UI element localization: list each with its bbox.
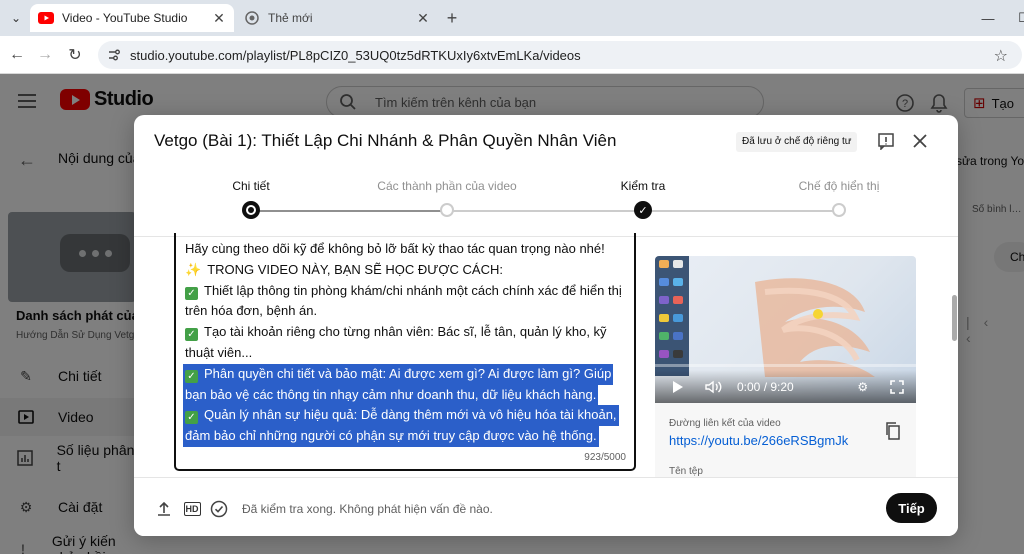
description-line: Hãy cùng theo dõi kỹ để không bỏ lỡ bất …: [185, 239, 630, 260]
reload-icon[interactable]: ↻: [64, 44, 86, 66]
url-text: studio.youtube.com/playlist/PL8pCIZ0_53U…: [130, 48, 581, 63]
description-line-text: Tạo tài khoản riêng cho từng nhân viên: …: [204, 324, 607, 340]
video-link[interactable]: https://youtu.be/266eRSBgmJk: [669, 433, 848, 448]
video-time: 0:00 / 9:20: [737, 379, 794, 394]
play-icon[interactable]: [667, 376, 689, 398]
tab-new-tab[interactable]: Thẻ mới ✕: [236, 4, 438, 32]
video-controls: 0:00 / 9:20 ⚙: [655, 370, 916, 403]
tab-title: Video - YouTube Studio: [62, 11, 188, 25]
site-info-icon[interactable]: [106, 47, 122, 63]
video-details-dialog: Vetgo (Bài 1): Thiết Lập Chi Nhánh & Phâ…: [134, 115, 958, 536]
description-line-text: thuật viên...: [185, 344, 253, 360]
description-line-text: bạn bảo vệ các thông tin nhạy cảm như do…: [185, 386, 597, 402]
new-tab-plus-icon[interactable]: +: [442, 8, 462, 28]
step-connector: [447, 210, 643, 212]
green-check-icon: ✓: [185, 286, 198, 300]
upload-icon[interactable]: [154, 499, 174, 519]
youtube-favicon-icon: [38, 10, 54, 26]
tab-youtube-studio[interactable]: Video - YouTube Studio ✕: [30, 4, 234, 32]
dialog-footer: HD Đã kiểm tra xong. Không phát hiện vấn…: [134, 477, 958, 536]
description-line-text: Phân quyền chi tiết và bảo mật: Ai được …: [204, 365, 612, 381]
description-line-text: Quản lý nhân sự hiệu quả: Dễ dàng thêm m…: [204, 407, 617, 423]
fullscreen-icon[interactable]: [886, 376, 908, 398]
step-checks[interactable]: Kiểm tra: [621, 179, 666, 193]
video-link-label: Đường liên kết của video: [669, 418, 781, 429]
description-line: đảm bảo chỉ những người có phận sự mới t…: [183, 426, 630, 447]
description-line: bạn bảo vệ các thông tin nhạy cảm như do…: [183, 384, 630, 406]
wallpaper-sun: [813, 309, 823, 319]
next-button[interactable]: Tiếp: [886, 493, 937, 523]
dialog-title: Vetgo (Bài 1): Thiết Lập Chi Nhánh & Phâ…: [154, 131, 617, 150]
step-video-elements[interactable]: Các thành phần của video: [377, 179, 516, 193]
desktop-icons-column: [655, 256, 689, 376]
check-status-text: Đã kiểm tra xong. Không phát hiện vấn đề…: [242, 502, 493, 516]
description-line-text: đảm bảo chỉ những người có phận sự mới t…: [185, 428, 597, 444]
green-check-icon: ✓: [185, 411, 198, 425]
forward-arrow-icon[interactable]: →: [34, 44, 56, 66]
sparkles-icon: ✨: [185, 261, 202, 277]
maximize-window-icon[interactable]: ☐: [1014, 8, 1024, 28]
step-pending-dot-icon[interactable]: [440, 203, 454, 217]
description-line-text: trên hóa đơn, bệnh án.: [185, 303, 318, 319]
file-name-label: Tên tệp: [669, 466, 703, 477]
step-visibility[interactable]: Chế độ hiển thị: [799, 179, 880, 193]
description-line: ✓ Quản lý nhân sự hiệu quả: Dễ dàng thêm …: [183, 405, 630, 427]
video-preview-card: 0:00 / 9:20 ⚙ Đường liên kết của video h…: [655, 256, 916, 486]
description-line: ✓ Tạo tài khoản riêng cho từng nhân viên:…: [185, 322, 630, 343]
video-player[interactable]: 0:00 / 9:20 ⚙: [655, 256, 916, 403]
description-line-text: Thiết lập thông tin phòng khám/chi nhánh…: [204, 282, 622, 298]
description-text: Hãy cùng theo dõi kỹ để không bỏ lỡ bất …: [183, 239, 630, 447]
close-tab-icon[interactable]: ✕: [414, 9, 432, 27]
close-tab-icon[interactable]: ✕: [210, 9, 228, 27]
step-details[interactable]: Chi tiết: [232, 179, 269, 193]
description-line: trên hóa đơn, bệnh án.: [185, 301, 630, 322]
step-done-check-icon[interactable]: ✓: [634, 201, 652, 219]
chrome-favicon-icon: [244, 10, 260, 26]
dialog-scrollbar[interactable]: [952, 295, 957, 341]
report-issue-icon[interactable]: [874, 129, 898, 153]
step-current-dot-icon[interactable]: [242, 201, 260, 219]
volume-icon[interactable]: [703, 376, 725, 398]
check-circle-icon[interactable]: [209, 499, 229, 519]
tab-search-chevron-icon[interactable]: ⌄: [4, 6, 28, 30]
back-arrow-icon[interactable]: ←: [6, 44, 28, 66]
step-connector: [251, 210, 447, 212]
address-bar[interactable]: studio.youtube.com/playlist/PL8pCIZ0_53U…: [98, 41, 1022, 69]
description-line: ✨ TRONG VIDEO NÀY, BẠN SẼ HỌC ĐƯỢC CÁCH:: [185, 260, 630, 281]
address-toolbar: ← → ↻ studio.youtube.com/playlist/PL8pCI…: [0, 36, 1024, 74]
hd-icon[interactable]: HD: [182, 499, 202, 519]
close-icon[interactable]: [908, 129, 932, 153]
video-progress-bar[interactable]: [655, 364, 916, 367]
bookmark-star-icon[interactable]: ☆: [994, 46, 1008, 66]
browser-tabbar: ⌄ Video - YouTube Studio ✕ Thẻ mới ✕ + —…: [0, 0, 1024, 36]
step-pending-dot-icon[interactable]: [832, 203, 846, 217]
step-connector: [643, 210, 839, 212]
settings-gear-icon[interactable]: ⚙: [852, 376, 874, 398]
character-counter: 923/5000: [584, 452, 626, 463]
green-check-icon: ✓: [185, 369, 198, 383]
description-line: ✓ Thiết lập thông tin phòng khám/chi nhán…: [185, 281, 630, 302]
green-check-icon: ✓: [185, 328, 198, 342]
saved-private-badge: Đã lưu ở chế độ riêng tư: [736, 132, 858, 152]
tab-title: Thẻ mới: [268, 11, 313, 25]
minimize-window-icon[interactable]: —: [978, 8, 998, 28]
description-line-text: Hãy cùng theo dõi kỹ để không bỏ lỡ bất …: [185, 241, 605, 256]
copy-icon[interactable]: [885, 422, 901, 440]
description-line-text: TRONG VIDEO NÀY, BẠN SẼ HỌC ĐƯỢC CÁCH:: [207, 261, 503, 277]
description-textarea[interactable]: Hãy cùng theo dõi kỹ để không bỏ lỡ bất …: [174, 233, 636, 471]
description-line: thuật viên...: [185, 343, 630, 364]
description-line: ✓ Phân quyền chi tiết và bảo mật: Ai được…: [183, 363, 630, 385]
